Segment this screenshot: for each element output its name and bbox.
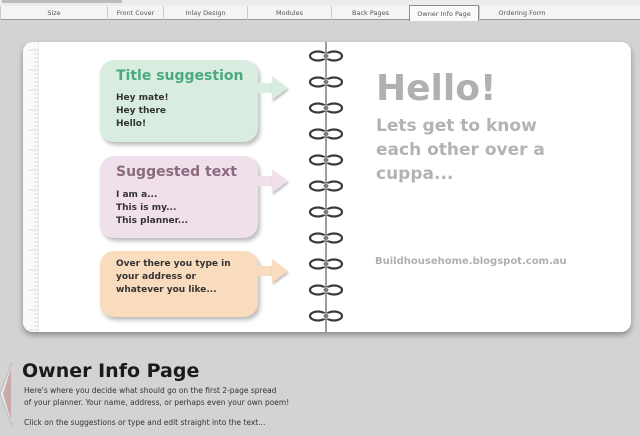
binding-ring-icon (308, 284, 344, 296)
suggestion-line: Hey mate! (116, 93, 169, 103)
suggestion-text-heading: Suggested text (116, 164, 237, 180)
suggestion-line: This planner... (116, 216, 189, 226)
suggestion-line: Hey there (116, 106, 166, 116)
back-arrow-icon[interactable] (0, 362, 12, 426)
tab-inlay-design[interactable]: Inlay Design (163, 6, 247, 20)
right-arrow-icon (272, 259, 288, 283)
ruler-ticks (29, 49, 39, 331)
tab-modules[interactable]: Modules (247, 6, 331, 20)
binding-ring-icon (308, 128, 344, 140)
tab-size[interactable]: Size (0, 6, 107, 20)
suggestion-line: Over there you type in (116, 259, 231, 269)
tab-back-pages[interactable]: Back Pages (331, 6, 409, 20)
arrow-stem (256, 83, 272, 93)
tab-owner-info-page[interactable]: Owner Info Page (409, 5, 479, 21)
tab-bar: Size Front Cover Inlay Design Modules Ba… (0, 5, 640, 21)
suggestion-address-lines: Over there you type in your address or w… (116, 258, 231, 297)
suggestion-address[interactable]: Over there you type in your address or w… (100, 251, 258, 317)
suggestion-text[interactable]: Suggested text I am a... This is my... T… (100, 156, 258, 238)
arrow-stem (256, 176, 272, 186)
right-arrow-icon (272, 76, 288, 100)
right-arrow-icon (272, 169, 288, 193)
edit-hint: Click on the suggestions or type and edi… (24, 418, 266, 427)
blog-url[interactable]: Buildhousehome.blogspot.com.au (375, 256, 567, 267)
binding-ring-icon (308, 258, 344, 270)
binding-ring-icon (308, 180, 344, 192)
arrow-stem (256, 266, 272, 276)
binding-ring-icon (308, 50, 344, 62)
binding-ring-icon (308, 102, 344, 114)
owner-greeting[interactable]: Hello! (376, 68, 496, 109)
page-edge-ruler (23, 42, 39, 332)
binding-ring-icon (308, 206, 344, 218)
binding-ring-icon (308, 232, 344, 244)
owner-intro-text[interactable]: Lets get to know each other over a cuppa… (376, 114, 576, 186)
suggestion-line: your address or (116, 272, 196, 282)
page-title: Owner Info Page (22, 360, 200, 382)
suggestion-line: Hello! (116, 119, 147, 129)
binding-ring-icon (308, 154, 344, 166)
top-crumb (2, 0, 122, 3)
suggestion-text-lines: I am a... This is my... This planner... (116, 189, 188, 228)
suggestion-line: This is my... (116, 203, 177, 213)
suggestion-title-lines: Hey mate! Hey there Hello! (116, 92, 169, 131)
description-line: Here's where you decide what should go o… (24, 386, 277, 395)
suggestion-line: whatever you like... (116, 285, 217, 295)
description-line: of your planner. Your name, address, or … (24, 398, 290, 407)
page-description: Here's where you decide what should go o… (24, 385, 289, 409)
binding-ring-icon (308, 76, 344, 88)
suggestion-line: I am a... (116, 190, 158, 200)
binding-ring-icon (308, 310, 344, 322)
tab-front-cover[interactable]: Front Cover (107, 6, 163, 20)
suggestion-title-heading: Title suggestion (116, 68, 244, 84)
planner-spread: Title suggestion Hey mate! Hey there Hel… (23, 42, 631, 332)
suggestion-title[interactable]: Title suggestion Hey mate! Hey there Hel… (100, 60, 258, 142)
tab-ordering-form[interactable]: Ordering Form (479, 6, 564, 20)
